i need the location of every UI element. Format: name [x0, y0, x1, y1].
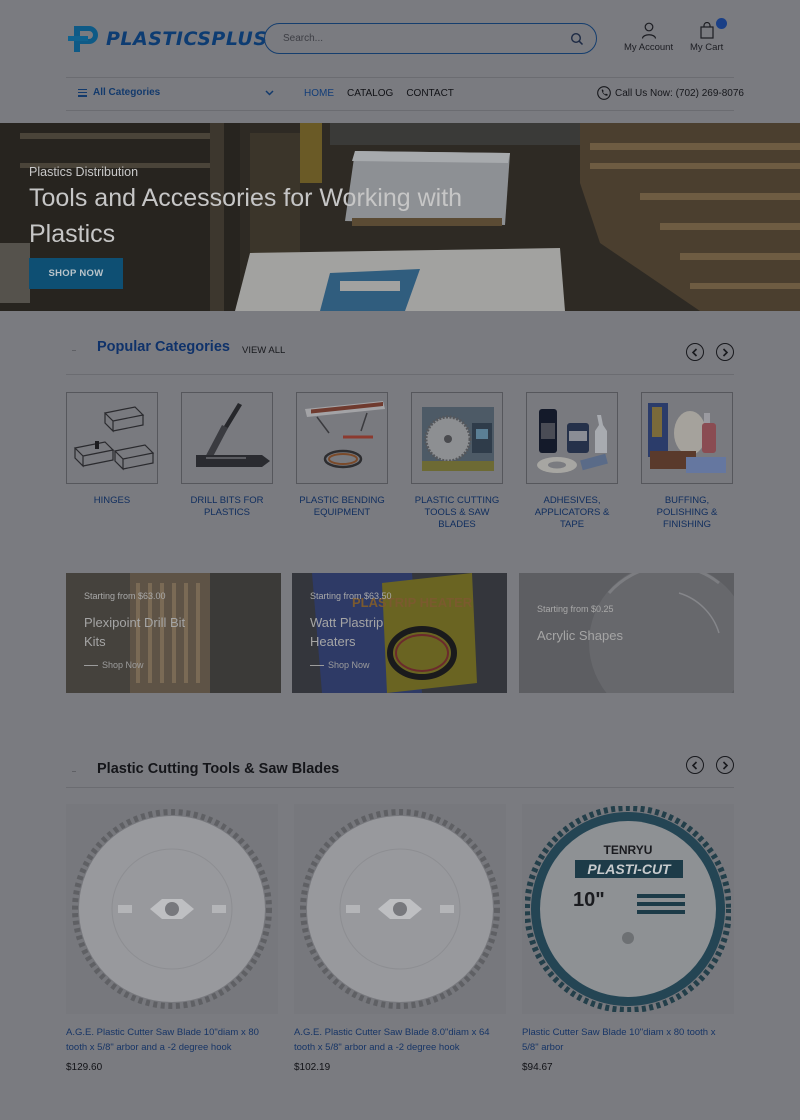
category-label: PLASTIC BENDING EQUIPMENT: [299, 495, 385, 518]
popular-divider: [66, 374, 734, 375]
category-card-drill-bits[interactable]: DRILL BITS FOR PLASTICS: [181, 392, 273, 519]
category-card-adhesives[interactable]: ADHESIVES, APPLICATORS & TAPE: [526, 392, 618, 531]
promo-card-acrylic-shapes[interactable]: Starting from $0.25 Acrylic Shapes: [519, 573, 734, 693]
header-divider: [66, 77, 734, 78]
site-header: PLASTICSPLUS My Account My Cart All Cate…: [0, 0, 800, 120]
tenryu-size-text: 10": [573, 889, 605, 911]
promo-title: Watt Plastrip Heaters: [310, 615, 384, 649]
product-price: $94.67: [522, 1062, 553, 1073]
category-card-bending-equipment[interactable]: PLASTIC BENDING EQUIPMENT: [296, 392, 388, 519]
product-name[interactable]: Plastic Cutter Saw Blade 10"diam x 80 to…: [522, 1025, 734, 1055]
category-card-hinges[interactable]: HINGES: [66, 392, 158, 507]
user-icon: [641, 22, 656, 39]
products-next-button[interactable]: [716, 756, 734, 774]
saw-blades-image: [411, 392, 503, 484]
promo-shop-now-link[interactable]: Shop Now: [84, 660, 144, 670]
search-bar: [264, 23, 597, 54]
drill-bits-image: [181, 392, 273, 484]
brand-name: PLASTICSPLUS: [106, 28, 268, 50]
call-us-text: Call Us Now: (702) 269-8076: [615, 87, 744, 99]
brand-logo[interactable]: PLASTICSPLUS: [68, 26, 268, 52]
hero-eyebrow: Plastics Distribution: [29, 165, 139, 179]
bending-equipment-image: [296, 392, 388, 484]
tenryu-line-text: PLASTI-CUT: [587, 861, 672, 877]
my-cart-label: My Cart: [690, 42, 724, 53]
category-card-saw-blades[interactable]: PLASTIC CUTTING TOOLS & SAW BLADES: [411, 392, 503, 531]
all-categories-toggle[interactable]: All Categories: [78, 87, 160, 98]
nav-home-link[interactable]: HOME: [304, 88, 334, 99]
shop-now-label: Shop Now: [102, 660, 144, 670]
my-account-button[interactable]: My Account: [624, 22, 673, 53]
promo-card-drill-bit-kits[interactable]: Starting from $63.00 Plexipoint Drill Bi…: [66, 573, 281, 693]
product-price: $129.60: [66, 1062, 103, 1073]
menu-icon: [78, 87, 87, 98]
chevron-left-icon: [691, 347, 698, 357]
tenryu-brand-text: TENRYU: [604, 843, 653, 857]
shop-now-button[interactable]: SHOP NOW: [29, 258, 123, 289]
shop-now-label: Shop Now: [328, 660, 370, 670]
my-account-label: My Account: [624, 42, 674, 53]
category-label: HINGES: [93, 495, 131, 506]
products-prev-button[interactable]: [686, 756, 704, 774]
promo-title: Acrylic Shapes: [537, 628, 623, 643]
hero-banner: Plastics Distribution Tools and Accessor…: [0, 123, 800, 311]
products-divider: [66, 787, 734, 788]
chevron-left-icon: [691, 760, 698, 770]
promo-starting-price: Starting from $63.00: [84, 591, 166, 601]
tenryu-saw-blade-image: TENRYU PLASTI-CUT 10": [522, 804, 734, 1014]
product-price: $102.19: [294, 1062, 331, 1073]
adhesives-image: [526, 392, 618, 484]
chevron-right-icon: [722, 347, 729, 357]
product-card[interactable]: TENRYU PLASTI-CUT 10" Plastic Cutter Saw…: [522, 804, 734, 1073]
promo-title: Plexipoint Drill Bit Kits: [84, 615, 186, 649]
promo-starting-price: Starting from $63.50: [310, 591, 392, 601]
product-card[interactable]: A.G.E. Plastic Cutter Saw Blade 10"diam …: [66, 804, 278, 1073]
main-nav: All Categories HOME CATALOG CONTACT Call…: [0, 80, 800, 108]
category-label: ADHESIVES, APPLICATORS & TAPE: [534, 495, 610, 530]
category-label: BUFFING, POLISHING & FINISHING: [656, 495, 718, 530]
category-label: DRILL BITS FOR PLASTICS: [190, 495, 264, 518]
search-icon[interactable]: [570, 32, 584, 46]
nav-contact-link[interactable]: CONTACT: [406, 88, 454, 99]
popular-next-button[interactable]: [716, 343, 734, 361]
shopping-bag-icon: [700, 22, 714, 39]
product-name[interactable]: A.G.E. Plastic Cutter Saw Blade 8.0"diam…: [294, 1025, 506, 1055]
all-categories-label: All Categories: [93, 87, 161, 99]
product-name[interactable]: A.G.E. Plastic Cutter Saw Blade 10"diam …: [66, 1025, 278, 1055]
category-label: PLASTIC CUTTING TOOLS & SAW BLADES: [414, 495, 500, 530]
cart-count-badge: [716, 18, 727, 29]
product-card[interactable]: A.G.E. Plastic Cutter Saw Blade 8.0"diam…: [294, 804, 506, 1073]
nav-divider: [66, 110, 734, 111]
logo-mark-icon: [68, 26, 102, 52]
nav-catalog-link[interactable]: CATALOG: [347, 88, 393, 99]
hinges-image: [66, 392, 158, 484]
search-input[interactable]: [283, 33, 570, 44]
nav-menu: HOME CATALOG CONTACT: [304, 88, 454, 99]
call-us[interactable]: Call Us Now: (702) 269-8076: [597, 86, 744, 100]
chevron-down-icon[interactable]: [265, 90, 274, 96]
section-marker: [72, 350, 76, 351]
popular-prev-button[interactable]: [686, 343, 704, 361]
chevron-right-icon: [722, 760, 729, 770]
view-all-link[interactable]: VIEW ALL: [242, 345, 285, 356]
saw-blade-image: [294, 804, 506, 1014]
my-cart-button[interactable]: My Cart: [690, 18, 727, 53]
hero-title: Tools and Accessories for Working with P…: [29, 184, 463, 248]
section-marker: [72, 771, 76, 772]
products-section-title: Plastic Cutting Tools & Saw Blades: [97, 761, 340, 777]
buffing-image: [641, 392, 733, 484]
phone-icon: [597, 86, 611, 100]
promo-starting-price: Starting from $0.25: [537, 604, 614, 614]
promo-card-plastrip-heaters[interactable]: PLASTRIP HEATER Starting from $63.50 Wat…: [292, 573, 507, 693]
saw-blade-image: [66, 804, 278, 1014]
promo-shop-now-link[interactable]: Shop Now: [310, 660, 370, 670]
popular-categories-title: Popular Categories: [97, 339, 230, 355]
category-card-buffing[interactable]: BUFFING, POLISHING & FINISHING: [641, 392, 733, 531]
